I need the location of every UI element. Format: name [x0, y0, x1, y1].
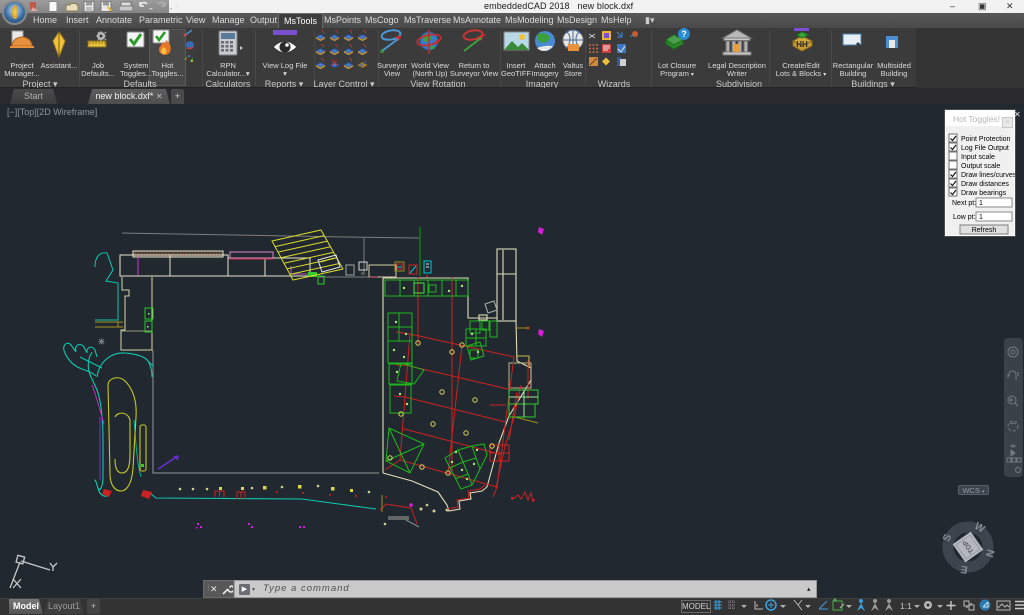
- svg-text:Output scale: Output scale: [961, 163, 1000, 170]
- svg-text:1: 1: [979, 214, 983, 221]
- svg-text:1:1: 1:1: [900, 601, 912, 611]
- svg-text:Point Protection: Point Protection: [961, 136, 1011, 143]
- svg-text:Draw lines/curves: Draw lines/curves: [961, 172, 1015, 179]
- svg-text:Next pt:: Next pt:: [952, 200, 976, 207]
- svg-text:1: 1: [979, 200, 983, 207]
- svg-text:Input scale: Input scale: [961, 154, 995, 161]
- svg-text:?: ?: [681, 29, 687, 39]
- svg-text:Draw distances: Draw distances: [961, 181, 1009, 188]
- svg-text:Refresh: Refresh: [972, 227, 997, 234]
- svg-text:HH: HH: [796, 40, 808, 49]
- svg-text:Low pt:: Low pt:: [953, 214, 976, 221]
- svg-text:Log File Output: Log File Output: [961, 145, 1009, 152]
- svg-text:Draw bearings: Draw bearings: [961, 190, 1007, 197]
